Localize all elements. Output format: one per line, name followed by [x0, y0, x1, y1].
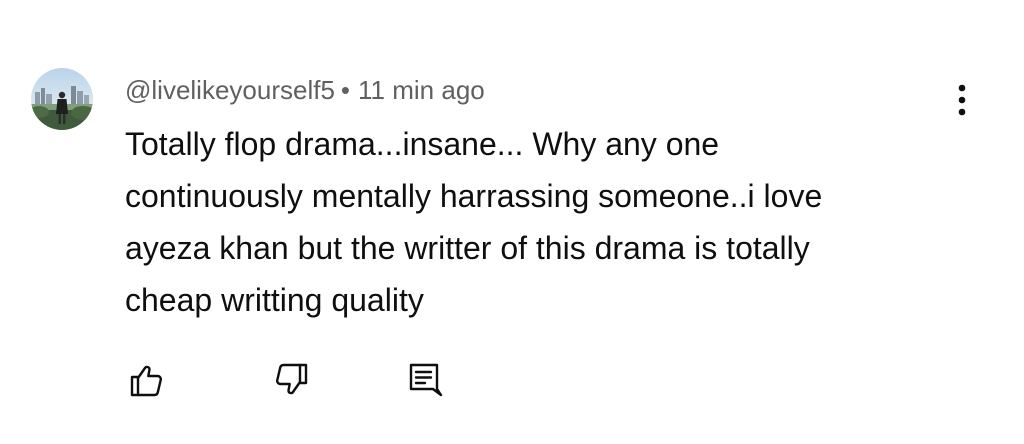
- avatar-image: [31, 68, 93, 130]
- comment-line: continuously mentally harrassing someone…: [125, 178, 823, 214]
- reply-button[interactable]: [402, 358, 446, 402]
- thumbs-down-icon: [276, 363, 308, 395]
- comment-line: Totally flop drama...insane... Why any o…: [125, 126, 720, 162]
- comment-text: Totally flop drama...insane... Why any o…: [125, 118, 945, 326]
- author-handle[interactable]: @livelikeyourself5: [125, 75, 335, 105]
- like-button[interactable]: [124, 358, 168, 402]
- dislike-button[interactable]: [270, 358, 314, 402]
- reply-comment-icon: [409, 363, 443, 397]
- comment-header: @livelikeyourself5 • 11 min ago: [125, 72, 485, 108]
- more-actions-button[interactable]: [946, 80, 978, 120]
- meta-separator: •: [340, 75, 351, 105]
- comment-item: @livelikeyourself5 • 11 min ago Totally fl…: [0, 0, 1024, 444]
- comment-timestamp[interactable]: 11 min ago: [358, 75, 485, 105]
- thumbs-up-icon: [130, 365, 162, 397]
- more-vertical-icon: [958, 84, 966, 116]
- avatar[interactable]: [31, 68, 93, 130]
- comment-line: ayeza khan but the writter of this drama…: [125, 230, 810, 266]
- comment-line: cheap writting quality: [125, 282, 424, 318]
